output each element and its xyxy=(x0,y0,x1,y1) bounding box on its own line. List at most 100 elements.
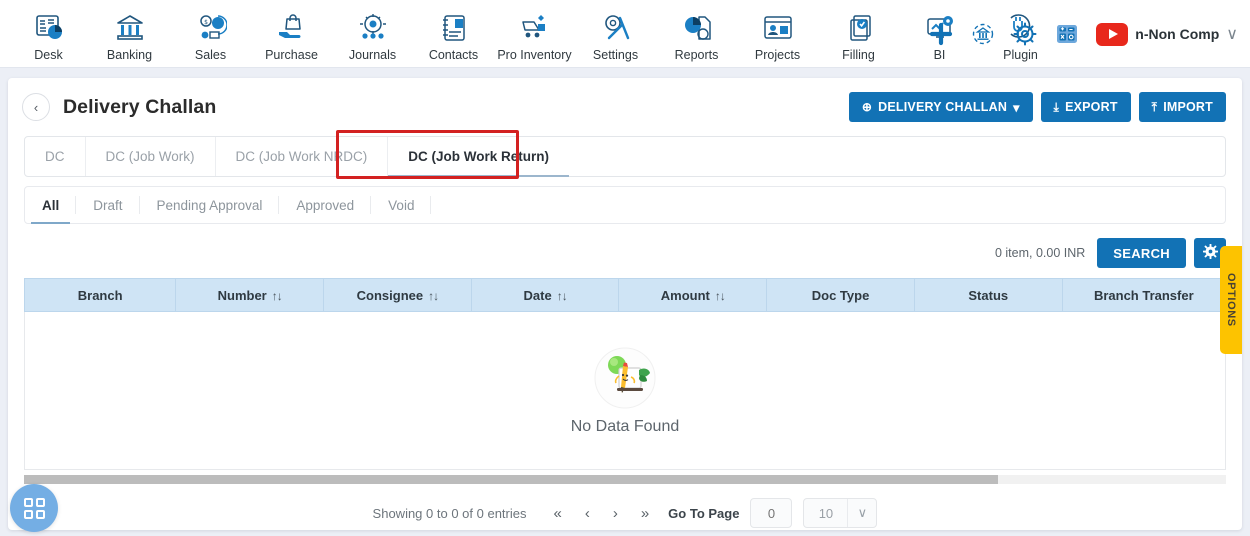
sort-icon[interactable]: ↑↓ xyxy=(557,289,568,303)
button-label: DELIVERY CHALLAN xyxy=(878,100,1008,114)
column-header-amount[interactable]: Amount ↑↓ xyxy=(618,278,768,312)
sort-icon[interactable]: ↑↓ xyxy=(272,289,283,303)
account-menu[interactable]: n-Non Comp ∨ xyxy=(1096,22,1238,46)
nav-item-purchase[interactable]: Purchase xyxy=(251,5,332,62)
scrollbar-thumb[interactable] xyxy=(24,475,998,484)
nav-label: Projects xyxy=(754,48,801,62)
nav-item-desk[interactable]: Desk xyxy=(8,5,89,62)
nav-item-filling[interactable]: Filling xyxy=(818,5,899,62)
nav-label: Contacts xyxy=(428,48,479,62)
column-header-doc-type[interactable]: Doc Type xyxy=(766,278,915,312)
nav-item-settings[interactable]: Settings xyxy=(575,5,656,62)
column-header-branch-transfer[interactable]: Branch Transfer xyxy=(1062,278,1227,312)
grid-cell xyxy=(35,509,45,519)
go-to-page-input[interactable] xyxy=(750,498,793,528)
youtube-icon[interactable] xyxy=(1096,22,1129,46)
search-button[interactable]: SEARCH xyxy=(1097,238,1186,268)
sales-icon: $ xyxy=(195,10,227,46)
header-label: Date xyxy=(523,287,552,303)
dashboard-icon xyxy=(33,10,65,46)
status-tab-pending-approval[interactable]: Pending Approval xyxy=(140,187,280,223)
search-row: 0 item, 0.00 INR SEARCH xyxy=(8,224,1242,278)
tab-dc[interactable]: DC xyxy=(25,137,86,176)
go-to-page-label: Go To Page xyxy=(668,505,740,521)
page-header-actions: ⊕ DELIVERY CHALLAN ▾ ⤓ EXPORT ⤒ IMPORT xyxy=(848,92,1226,122)
table-horizontal-scrollbar[interactable] xyxy=(24,475,1226,484)
empty-state-cell: No Data Found xyxy=(24,311,1226,470)
nav-items: Desk Banking $ Sales Purchase Journals C… xyxy=(0,5,1061,62)
nav-item-pro-inventory[interactable]: Pro Inventory xyxy=(494,5,575,62)
document-tabs: DC DC (Job Work) DC (Job Work NRDC) DC (… xyxy=(24,136,1226,177)
inventory-icon xyxy=(519,10,551,46)
sort-icon[interactable]: ↑↓ xyxy=(715,289,726,303)
nav-item-sales[interactable]: $ Sales xyxy=(170,5,251,62)
nav-label: Settings xyxy=(592,48,639,62)
filling-icon xyxy=(843,10,875,46)
chevron-down-icon[interactable]: ∨ xyxy=(848,505,876,521)
no-data-illustration xyxy=(593,346,657,410)
empty-state-row: No Data Found xyxy=(24,311,1226,470)
svg-text:$: $ xyxy=(204,19,208,26)
journals-icon xyxy=(357,10,389,46)
page-card: ‹ Delivery Challan ⊕ DELIVERY CHALLAN ▾ … xyxy=(8,78,1242,530)
plus-circle-icon: ⊕ xyxy=(861,100,873,114)
chevron-down-icon[interactable]: ∨ xyxy=(1226,24,1238,44)
gear-icon[interactable] xyxy=(1012,21,1038,47)
nav-item-banking[interactable]: Banking xyxy=(89,5,170,62)
nav-label: Journals xyxy=(348,48,397,62)
calculator-icon[interactable] xyxy=(1054,21,1080,47)
nav-label: Sales xyxy=(194,48,227,62)
header-label: Number xyxy=(217,287,267,303)
purchase-icon xyxy=(276,10,308,46)
nav-item-reports[interactable]: Reports xyxy=(656,5,737,62)
export-button[interactable]: ⤓ EXPORT xyxy=(1040,92,1131,122)
grid-cell xyxy=(23,497,33,507)
column-header-consignee[interactable]: Consignee ↑↓ xyxy=(323,278,472,312)
grid-cell xyxy=(23,509,33,519)
column-header-number[interactable]: Number ↑↓ xyxy=(175,278,325,312)
header-label: Amount xyxy=(660,287,710,303)
header-label: Status xyxy=(968,287,1009,303)
column-header-date[interactable]: Date ↑↓ xyxy=(471,278,620,312)
top-navigation-bar: Desk Banking $ Sales Purchase Journals C… xyxy=(0,0,1250,68)
bank-sync-icon[interactable] xyxy=(970,21,996,47)
grid-apps-icon xyxy=(23,497,45,519)
tab-dc-job-work[interactable]: DC (Job Work) xyxy=(86,137,216,176)
add-icon[interactable] xyxy=(928,21,954,47)
last-page-button[interactable]: » xyxy=(635,505,655,522)
table-header-row: Branch Number ↑↓ Consignee ↑↓ Date ↑↓ Amoun… xyxy=(23,278,1227,312)
tab-dc-job-work-nrdc[interactable]: DC (Job Work NRDC) xyxy=(216,137,389,176)
nav-item-projects[interactable]: Projects xyxy=(737,5,818,62)
column-header-status[interactable]: Status xyxy=(914,278,1063,312)
options-side-tab[interactable]: OPTIONS xyxy=(1220,246,1242,354)
nav-item-contacts[interactable]: Contacts xyxy=(413,5,494,62)
page-size-value: 10 xyxy=(818,505,834,521)
import-button[interactable]: ⤒ IMPORT xyxy=(1138,92,1226,122)
page-size-select[interactable]: 10 ∨ xyxy=(803,498,878,528)
contacts-icon xyxy=(438,10,470,46)
button-label: IMPORT xyxy=(1163,100,1213,114)
caret-down-icon: ▾ xyxy=(1013,100,1020,115)
status-tab-draft[interactable]: Draft xyxy=(76,187,140,223)
header-label: Branch Transfer xyxy=(1093,287,1194,303)
previous-page-button[interactable]: ‹ xyxy=(579,505,596,522)
back-button[interactable]: ‹ xyxy=(22,93,50,121)
column-header-branch[interactable]: Branch xyxy=(23,278,177,312)
empty-state-message: No Data Found xyxy=(570,417,680,435)
next-page-button[interactable]: › xyxy=(607,505,624,522)
header-label: Branch xyxy=(77,287,123,303)
table-area: Branch Number ↑↓ Consignee ↑↓ Date ↑↓ Amoun… xyxy=(8,278,1242,470)
nav-item-journals[interactable]: Journals xyxy=(332,5,413,62)
apps-grid-fab[interactable] xyxy=(10,484,58,532)
status-tab-all[interactable]: All xyxy=(25,187,77,224)
first-page-button[interactable]: « xyxy=(547,505,567,522)
nav-label: Banking xyxy=(106,48,153,62)
pagination-summary: Showing 0 to 0 of 0 entries xyxy=(372,505,527,521)
status-tab-void[interactable]: Void xyxy=(371,187,432,223)
nav-label: Reports xyxy=(674,48,719,62)
tab-dc-job-work-return[interactable]: DC (Job Work Return) xyxy=(388,137,570,177)
delivery-challan-button[interactable]: ⊕ DELIVERY CHALLAN ▾ xyxy=(848,92,1033,122)
status-tab-approved[interactable]: Approved xyxy=(279,187,371,223)
sort-icon[interactable]: ↑↓ xyxy=(428,289,439,303)
item-summary: 0 item, 0.00 INR xyxy=(994,246,1086,260)
